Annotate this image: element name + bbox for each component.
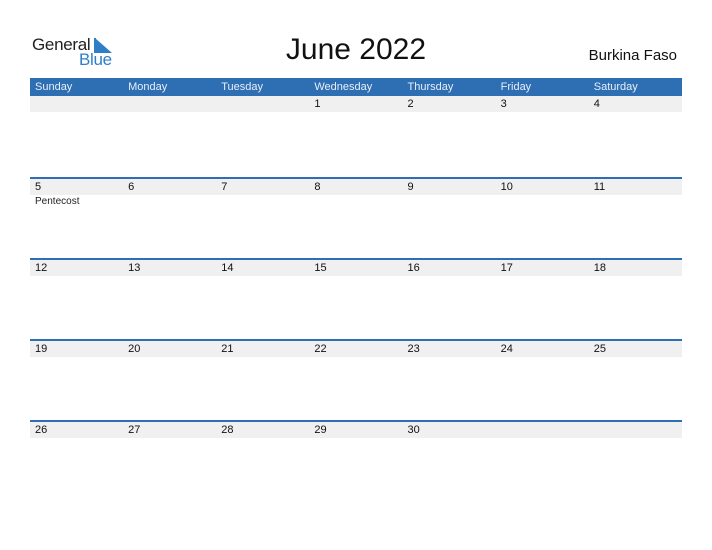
date-strip: 26 27 28 29 30 xyxy=(30,422,682,438)
day-number: 29 xyxy=(314,424,327,436)
day-number xyxy=(216,96,309,112)
holiday-label xyxy=(403,195,496,208)
country-label: Burkina Faso xyxy=(588,47,677,64)
month-calendar: Sunday Monday Tuesday Wednesday Thursday… xyxy=(30,78,682,501)
weekday-thursday: Thursday xyxy=(407,81,454,93)
date-strip: 1 2 3 4 xyxy=(30,96,682,112)
weekday-tuesday: Tuesday xyxy=(221,81,264,93)
day-number: 26 xyxy=(35,424,48,436)
day-number: 24 xyxy=(500,343,513,355)
day-number: 9 xyxy=(407,181,414,193)
day-number: 15 xyxy=(314,262,327,274)
weekday-friday: Friday xyxy=(500,81,532,93)
weekday-header-row: Sunday Monday Tuesday Wednesday Thursday… xyxy=(30,78,682,96)
holiday-label xyxy=(309,195,402,208)
date-strip: 5 6 7 8 9 10 11 xyxy=(30,179,682,195)
weekday-sunday: Sunday xyxy=(35,81,73,93)
day-number: 6 xyxy=(128,181,135,193)
day-number: 3 xyxy=(500,98,507,110)
date-strip: 19 20 21 22 23 24 25 xyxy=(30,341,682,357)
holiday-label xyxy=(496,195,589,208)
event-strip: Pentecost xyxy=(30,195,682,208)
day-number xyxy=(30,96,123,112)
holiday-label xyxy=(123,195,216,208)
day-number: 14 xyxy=(221,262,234,274)
week-row: 5 6 7 8 9 10 11 Pentecost xyxy=(30,177,682,258)
day-number: 21 xyxy=(221,343,234,355)
day-number xyxy=(589,422,682,438)
day-number: 23 xyxy=(407,343,420,355)
day-number: 25 xyxy=(593,343,606,355)
holiday-label: Pentecost xyxy=(35,196,80,207)
day-number: 28 xyxy=(221,424,234,436)
week-row: 12 13 14 15 16 17 18 xyxy=(30,258,682,339)
week-row: 26 27 28 29 30 xyxy=(30,420,682,501)
day-number: 17 xyxy=(500,262,513,274)
day-number: 11 xyxy=(593,181,606,193)
day-number: 2 xyxy=(407,98,414,110)
holiday-label xyxy=(589,195,682,208)
day-number: 30 xyxy=(407,424,420,436)
day-number xyxy=(123,96,216,112)
day-number: 12 xyxy=(35,262,48,274)
day-number: 27 xyxy=(128,424,141,436)
day-number: 16 xyxy=(407,262,420,274)
day-number: 18 xyxy=(593,262,606,274)
day-number: 19 xyxy=(35,343,48,355)
weekday-monday: Monday xyxy=(128,81,168,93)
day-number: 7 xyxy=(221,181,228,193)
week-row: 19 20 21 22 23 24 25 xyxy=(30,339,682,420)
weekday-saturday: Saturday xyxy=(593,81,638,93)
day-number: 8 xyxy=(314,181,321,193)
holiday-label xyxy=(216,195,309,208)
day-number: 10 xyxy=(500,181,513,193)
day-number: 5 xyxy=(35,181,42,193)
weekday-wednesday: Wednesday xyxy=(314,81,373,93)
day-number: 20 xyxy=(128,343,141,355)
day-number: 1 xyxy=(314,98,321,110)
date-strip: 12 13 14 15 16 17 18 xyxy=(30,260,682,276)
day-number: 4 xyxy=(593,98,600,110)
weeks-container: 1 2 3 4 5 6 7 8 9 10 11 Pentecost 12 13 14 15 16 17 18 19 20… xyxy=(30,96,682,501)
day-number xyxy=(496,422,589,438)
day-number: 13 xyxy=(128,262,141,274)
day-number: 22 xyxy=(314,343,327,355)
week-row: 1 2 3 4 xyxy=(30,96,682,177)
